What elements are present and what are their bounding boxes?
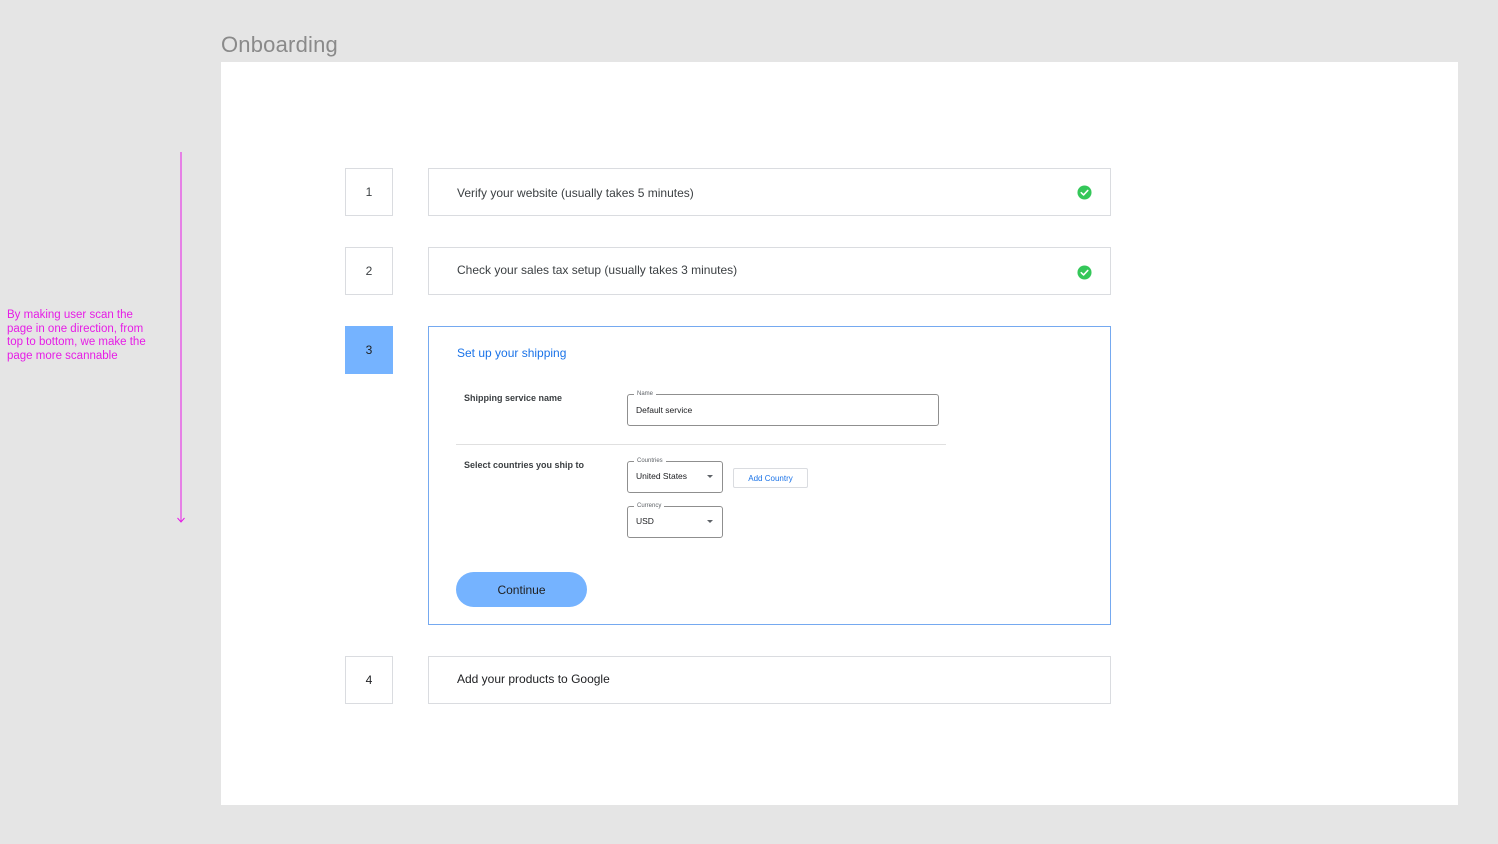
step-1-card[interactable]: Verify your website (usually takes 5 min… [428,168,1111,216]
name-field-legend: Name [634,389,657,399]
chevron-down-icon [707,475,713,478]
select-countries-label: Select countries you ship to [464,460,585,470]
shipping-service-name-label: Shipping service name [464,393,563,403]
add-country-button[interactable]: Add Country [733,468,808,488]
step-4-label: Add your products to Google [457,672,610,686]
arrow-down-icon [177,152,185,523]
chevron-down-icon [707,520,713,523]
step-3-title: Set up your shipping [457,346,567,360]
countries-legend: Countries [634,456,666,466]
step-1-number: 1 [345,168,393,216]
step-4-card[interactable]: Add your products to Google [428,656,1111,704]
step-3-number: 3 [345,326,393,374]
check-circle-icon [1077,185,1092,200]
currency-value: USD [636,516,654,526]
step-2-card[interactable]: Check your sales tax setup (usually take… [428,247,1111,295]
step-2-label: Check your sales tax setup (usually take… [457,263,738,277]
check-circle-icon [1077,265,1092,280]
currency-select[interactable]: Currency USD [627,501,723,538]
annotation-note: By making user scan the page in one dire… [7,309,146,362]
step-4-number: 4 [345,656,393,704]
name-field-value: Default service [636,405,693,415]
currency-legend: Currency [634,501,665,511]
frame-title: Onboarding [221,32,338,57]
step-2-number: 2 [345,247,393,295]
continue-button[interactable]: Continue [456,572,587,607]
form-divider [456,444,946,445]
step-3-card: Set up your shipping Shipping service na… [428,326,1111,625]
countries-select[interactable]: Countries United States [627,456,723,493]
step-1-label: Verify your website (usually takes 5 min… [457,186,694,200]
countries-value: United States [636,471,688,481]
shipping-name-field[interactable]: Name Default service [627,389,939,426]
